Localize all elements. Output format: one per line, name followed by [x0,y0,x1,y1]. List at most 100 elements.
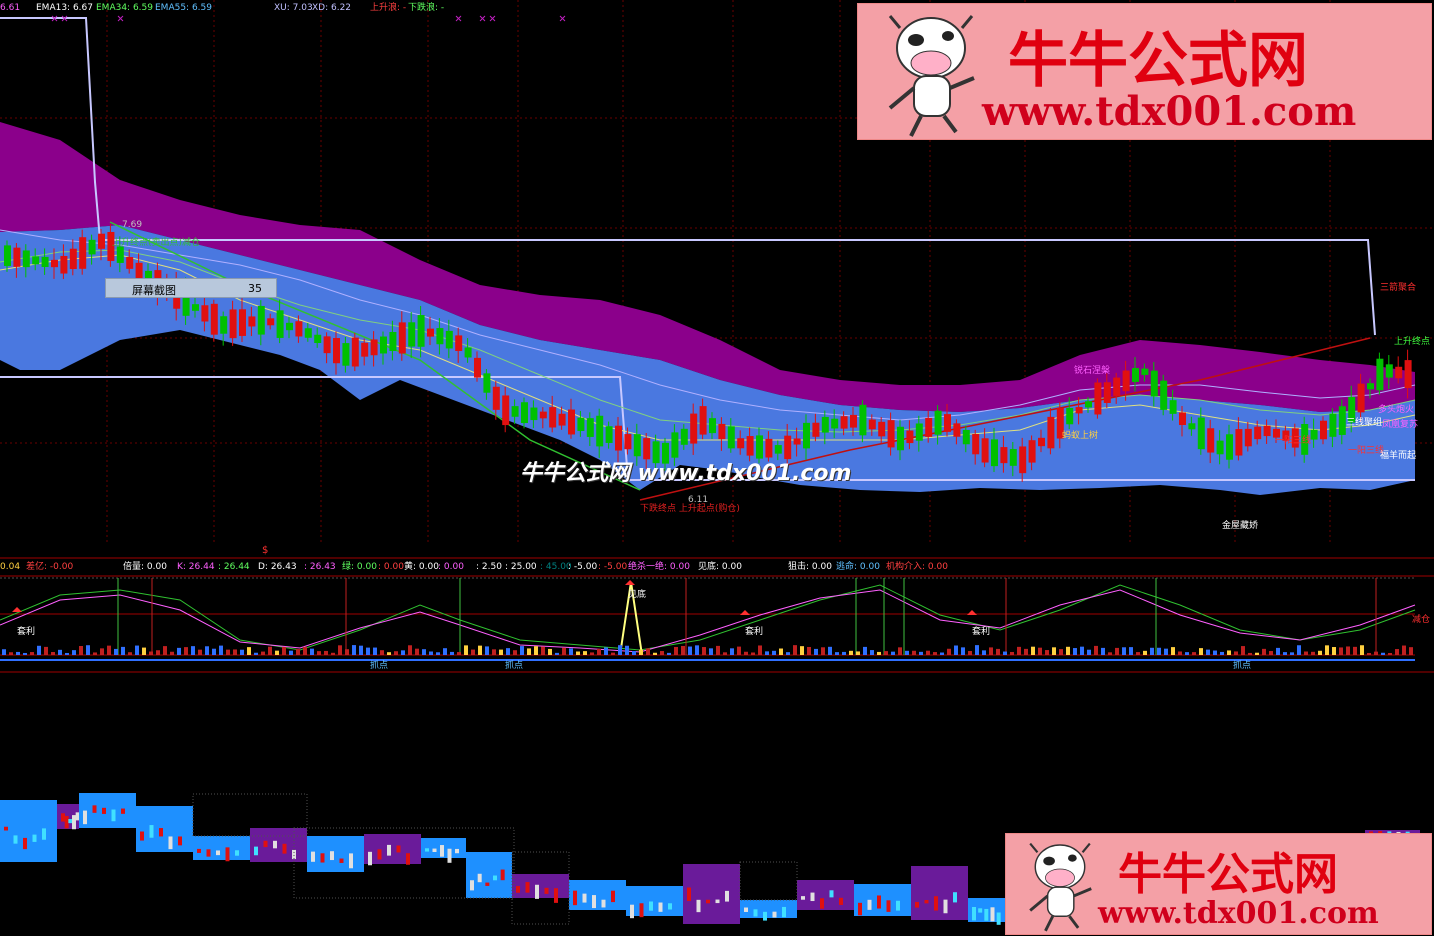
indicator-bar [1122,647,1126,655]
candle [445,330,453,349]
candle [1188,423,1196,430]
box-tick [455,848,459,854]
box-tick [601,899,606,908]
box-block [79,793,136,828]
candle [962,429,970,445]
indicator-bar [247,647,251,655]
box-tick [425,848,429,852]
indicator-bar [282,646,286,655]
ind-v2: : 0.00 [438,562,464,572]
indicator-bar [506,648,510,655]
candle [1066,407,1074,425]
box-tick [396,845,401,853]
indicator-bar [1045,650,1049,655]
indicator-bar [51,652,55,655]
indicator-bar [940,652,944,655]
label-taoli-3: 套利 [972,627,991,637]
indicator-bar [352,645,356,655]
logo-bottom-title: 牛牛公式网 [1118,849,1338,900]
box-block [193,836,250,860]
indicator-bar [296,649,300,655]
indicator-bar [1304,651,1308,655]
screenshot-tooltip[interactable]: 屏幕截图 35 [105,278,277,298]
candle [1226,434,1233,460]
candle [483,373,491,393]
candle [1000,447,1008,464]
indicator-bar [86,645,90,655]
box-tick [744,907,748,912]
candle [1207,428,1215,453]
indicator-bar [870,650,874,655]
candle [257,305,265,335]
box-tick [92,805,97,813]
indicator-bar [989,647,993,655]
label-zhua-2: 抓点 [505,661,524,671]
indicator-bar [1157,647,1161,655]
xd-label: XD: 6.22 [312,3,352,13]
ind-taoming: 逃命: 0.00 [836,562,880,572]
indicator-bar [1290,652,1294,655]
indicator-bar [674,646,678,655]
candle [690,413,698,444]
indicator-bar [44,646,48,655]
ind-v7: : -5.00 [598,562,628,572]
label-taoli-2: 套利 [745,627,764,637]
candle [220,316,228,334]
indicator-bar [366,647,370,655]
candle [530,407,538,421]
candle [1141,368,1149,375]
box-tick [72,815,76,830]
box-tick [953,892,957,903]
indicator-bar [527,648,531,655]
box-tick [83,810,87,825]
box-tick [477,873,482,883]
box-tick [493,875,497,881]
indicator-bar [1031,646,1035,655]
candle [192,304,199,311]
box-tick [263,840,268,848]
indicator-bar [590,652,594,655]
indicator-bar [198,649,202,655]
indicator-bar [884,651,888,655]
box-tick [447,848,452,863]
indicator-bar [380,650,384,655]
candle [558,413,566,426]
cow-mascot-icon-2 [1029,842,1092,932]
indicator-bar [219,645,223,655]
label-sanxian: 三线聚组 [1346,418,1383,428]
indicator-bar [303,646,307,655]
box-tick [753,909,758,917]
indicator-bar [1353,646,1357,655]
candle [1028,440,1036,463]
candle [1310,429,1318,440]
box-tick [867,899,872,910]
indicator-bar [1094,645,1098,655]
box-tick [611,890,615,903]
indicator-bar [65,652,69,655]
candle [671,432,679,458]
tooltip-label: 屏幕截图 [132,284,176,297]
indicator-bar [1395,649,1399,655]
box-tick [544,887,549,894]
box-tick [432,848,437,853]
indicator-bar [233,649,237,655]
box-tick [216,850,220,856]
logo-bottom-url: www.tdx001.com [1098,896,1379,931]
candle [1357,383,1365,413]
candle [1103,382,1111,403]
indicator-bar [723,652,727,655]
box-tick [516,886,520,893]
box-tick [320,853,325,863]
box-block [0,800,57,862]
indicator-bar [1409,647,1413,655]
indicator-bar [660,651,664,655]
indicator-bar [996,648,1000,655]
indicator-bar [716,645,720,655]
indicator-bar [982,650,986,655]
indicator-bar [513,650,517,655]
candle [304,328,312,338]
indicator-bar [702,647,706,655]
indicator-bar [597,648,601,655]
indicator-bar [79,646,83,655]
indicator-bar [1136,652,1140,655]
